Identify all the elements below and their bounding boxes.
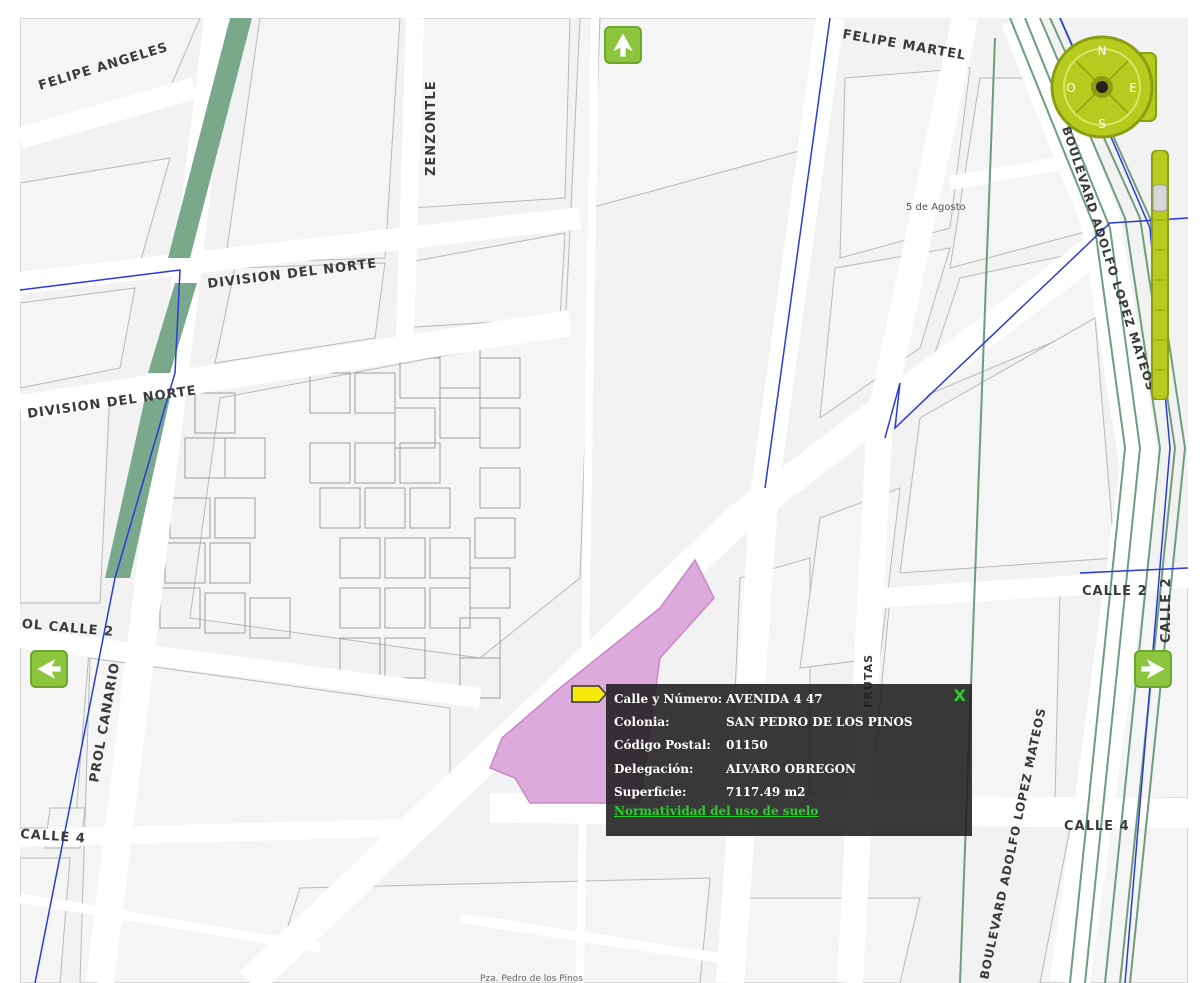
info-value: AVENIDA 4 47 <box>726 692 823 706</box>
info-label: Colonia: <box>614 715 670 729</box>
street-label-calle-2-vertical: CALLE 2 <box>1159 577 1174 643</box>
pan-up-button[interactable] <box>604 26 642 64</box>
close-popup-button[interactable]: X <box>954 686 966 705</box>
compass-west-button[interactable]: O <box>1066 81 1075 95</box>
info-value: 01150 <box>726 738 768 752</box>
info-row-colonia: Colonia: SAN PEDRO DE LOS PINOS <box>614 711 913 733</box>
street-label-bottom: Pza. Pedro de los Pinos <box>480 974 583 983</box>
compass-east-button[interactable]: E <box>1129 81 1137 95</box>
arrow-right-icon <box>1141 659 1165 679</box>
zoom-slider[interactable] <box>1151 150 1169 400</box>
info-label: Calle y Número: <box>614 692 723 706</box>
arrow-left-icon <box>37 659 61 679</box>
info-row-superficie: Superficie: 7117.49 m2 <box>614 781 806 803</box>
info-row-delegacion: Delegación: ALVARO OBREGON <box>614 758 856 780</box>
zoom-slider-thumb[interactable] <box>1152 184 1168 212</box>
info-value: 7117.49 m2 <box>726 785 806 799</box>
compass-north-button[interactable]: N <box>1098 44 1107 58</box>
land-use-regulations-link[interactable]: Normatividad del uso de suelo <box>614 804 818 818</box>
street-label-5-de-agosto: 5 de Agosto <box>906 202 966 213</box>
info-row-postal-code: Código Postal: 01150 <box>614 734 768 756</box>
location-marker-icon[interactable] <box>571 685 607 703</box>
compass-control[interactable]: + - N S E O <box>1046 35 1158 147</box>
parcel-info-popup: X Calle y Número: AVENIDA 4 47 Colonia: SA… <box>606 684 972 836</box>
info-value: SAN PEDRO DE LOS PINOS <box>726 715 913 729</box>
street-label-calle-2: CALLE 2 <box>1082 584 1148 599</box>
info-value: ALVARO OBREGON <box>726 762 857 776</box>
pan-left-button[interactable] <box>30 650 68 688</box>
map-canvas[interactable]: FELIPE ANGELES ZENZONTLE FELIPE MARTEL 5… <box>20 18 1188 983</box>
compass-south-button[interactable]: S <box>1098 117 1106 131</box>
street-label-zenzontle: ZENZONTLE <box>424 80 439 176</box>
arrow-up-icon <box>613 33 633 57</box>
info-row-street: Calle y Número: AVENIDA 4 47 <box>614 688 823 710</box>
info-label: Código Postal: <box>614 738 711 752</box>
map-viewport[interactable]: FELIPE ANGELES ZENZONTLE FELIPE MARTEL 5… <box>20 18 1188 983</box>
street-label-calle-4-right: CALLE 4 <box>1064 819 1130 834</box>
info-label: Superficie: <box>614 785 687 799</box>
info-label: Delegación: <box>614 762 694 776</box>
pan-right-button[interactable] <box>1134 650 1172 688</box>
